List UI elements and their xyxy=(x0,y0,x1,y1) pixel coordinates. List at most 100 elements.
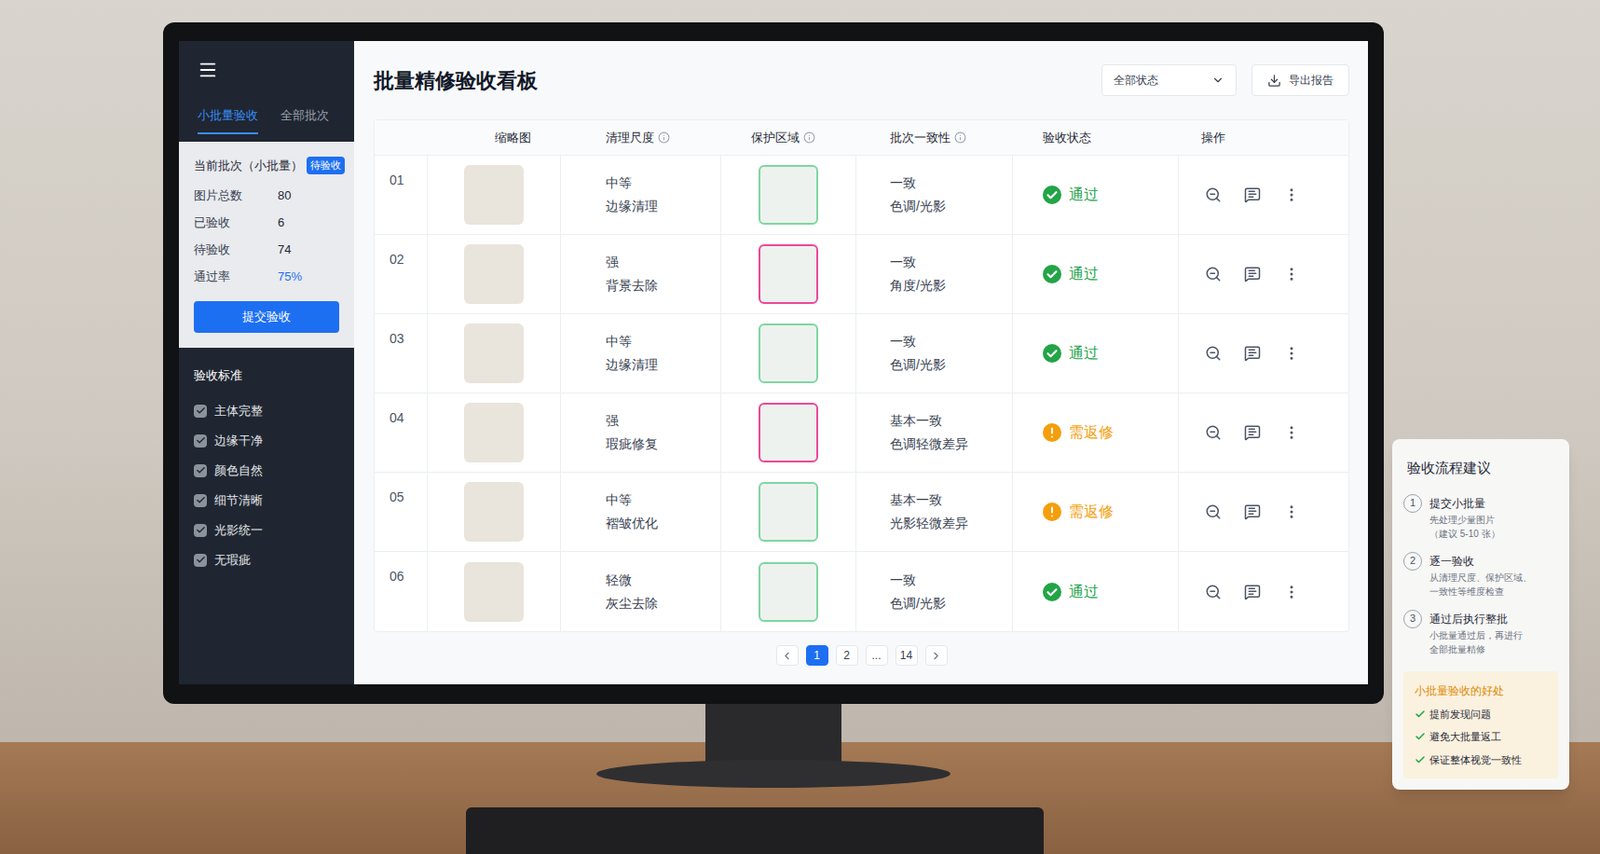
row-index: 04 xyxy=(374,393,428,472)
status-cell: 需返修 xyxy=(1012,472,1179,551)
protect-mask-thumbnail[interactable] xyxy=(758,323,819,383)
criteria-item[interactable]: 无瑕疵 xyxy=(193,545,340,575)
column-header: 缩略图 xyxy=(427,120,561,155)
menu-icon[interactable] xyxy=(197,59,219,81)
check-icon xyxy=(195,494,206,506)
check-circle-icon xyxy=(1042,185,1062,205)
sidebar-tab[interactable]: 全部批次 xyxy=(280,106,329,135)
checkbox[interactable] xyxy=(193,523,207,537)
comment-icon[interactable] xyxy=(1244,583,1261,601)
protect-mask-thumbnail[interactable] xyxy=(758,244,819,304)
zoom-icon[interactable] xyxy=(1204,344,1222,362)
checkbox[interactable] xyxy=(193,553,207,567)
status-cell: 通过 xyxy=(1012,234,1179,314)
table-row[interactable]: 06轻微灰尘去除一致色调/光影通过 xyxy=(374,551,1349,631)
clean-cell: 强瑕疵修复 xyxy=(560,393,722,472)
more-icon[interactable] xyxy=(1283,344,1300,362)
product-thumbnail[interactable] xyxy=(464,402,524,463)
benefit-item: 提前发现问题 xyxy=(1414,706,1547,723)
criteria-item[interactable]: 主体完整 xyxy=(193,396,340,426)
checkbox[interactable] xyxy=(193,493,207,507)
row-index: 01 xyxy=(374,155,428,234)
product-thumbnail[interactable] xyxy=(464,561,524,622)
prev-page-button[interactable] xyxy=(776,644,799,666)
product-thumbnail[interactable] xyxy=(464,323,524,383)
protect-mask-thumbnail[interactable] xyxy=(758,481,819,542)
check-icon xyxy=(1414,708,1426,720)
checkbox[interactable] xyxy=(193,464,207,478)
comment-icon[interactable] xyxy=(1244,423,1261,441)
guide-step: 1提交小批量先处理少量图片（建议 5-10 张） xyxy=(1403,493,1559,541)
status-cell: 通过 xyxy=(1012,155,1179,234)
zoom-icon[interactable] xyxy=(1204,186,1222,204)
comment-icon[interactable] xyxy=(1244,265,1261,283)
product-thumbnail[interactable] xyxy=(464,164,524,225)
status-label: 通过 xyxy=(1068,580,1099,603)
info-icon[interactable] xyxy=(803,131,816,144)
zoom-icon[interactable] xyxy=(1204,265,1222,283)
batch-title: 当前批次（小批量） xyxy=(193,156,303,176)
check-circle-icon xyxy=(1042,264,1062,284)
check-circle-icon xyxy=(1042,343,1062,363)
table-row[interactable]: 05中等褶皱优化基本一致光影轻微差异需返修 xyxy=(374,472,1349,552)
sidebar: 小批量验收全部批次当前批次（小批量）待验收图片总数80已验收6待验收74通过率7… xyxy=(178,41,355,684)
action-cell xyxy=(1178,472,1349,551)
more-icon[interactable] xyxy=(1283,423,1300,441)
criteria-item[interactable]: 边缘干净 xyxy=(193,425,340,456)
table-row[interactable]: 03中等边缘清理一致色调/光影通过 xyxy=(374,314,1349,394)
comment-icon[interactable] xyxy=(1244,344,1261,362)
info-icon[interactable] xyxy=(657,131,671,144)
zoom-icon[interactable] xyxy=(1204,503,1222,520)
checkbox[interactable] xyxy=(193,434,207,448)
criteria-item[interactable]: 光影统一 xyxy=(193,515,340,546)
status-filter[interactable]: 全部状态 xyxy=(1101,64,1237,96)
checkbox[interactable] xyxy=(193,404,207,418)
page-button[interactable]: 1 xyxy=(806,644,829,666)
action-cell xyxy=(1178,314,1349,393)
alert-circle-icon xyxy=(1042,502,1062,521)
alert-circle-icon xyxy=(1042,423,1062,442)
thumbnail-cell xyxy=(427,472,561,551)
submit-button[interactable]: 提交验收 xyxy=(193,300,340,333)
main: 批量精修验收看板全部状态导出报告缩略图清理尺度保护区域批次一致性验收状态操作01… xyxy=(354,41,1368,684)
table: 缩略图清理尺度保护区域批次一致性验收状态操作01中等边缘清理一致色调/光影通过0… xyxy=(373,119,1350,632)
consistency-cell: 一致角度/光影 xyxy=(856,234,1013,314)
criteria-item[interactable]: 细节清晰 xyxy=(193,485,340,516)
row-index: 03 xyxy=(374,314,428,393)
status-label: 需返修 xyxy=(1068,421,1114,444)
row-index: 02 xyxy=(374,234,428,314)
table-row[interactable]: 02强背景去除一致角度/光影通过 xyxy=(374,234,1349,315)
export-button[interactable]: 导出报告 xyxy=(1251,64,1350,96)
criteria-item[interactable]: 颜色自然 xyxy=(193,455,340,486)
monitor: 小批量验收全部批次当前批次（小批量）待验收图片总数80已验收6待验收74通过率7… xyxy=(163,22,1384,704)
info-icon[interactable] xyxy=(954,131,967,144)
batch-stat: 已验收6 xyxy=(193,208,340,236)
page-button[interactable]: 2 xyxy=(835,644,859,666)
criteria-title: 验收标准 xyxy=(193,366,340,385)
zoom-icon[interactable] xyxy=(1204,423,1222,441)
next-page-button[interactable] xyxy=(925,644,948,666)
page-button[interactable]: ... xyxy=(865,644,889,666)
protect-mask-thumbnail[interactable] xyxy=(758,402,819,463)
protect-mask-thumbnail[interactable] xyxy=(758,164,819,225)
sidebar-tab[interactable]: 小批量验收 xyxy=(197,106,259,135)
comment-icon[interactable] xyxy=(1244,186,1261,204)
protect-mask-thumbnail[interactable] xyxy=(758,561,819,622)
thumbnail-cell xyxy=(427,393,561,472)
table-row[interactable]: 01中等边缘清理一致色调/光影通过 xyxy=(374,155,1349,235)
comment-icon[interactable] xyxy=(1244,503,1261,520)
product-thumbnail[interactable] xyxy=(464,481,524,542)
more-icon[interactable] xyxy=(1283,503,1300,520)
page-button[interactable]: 14 xyxy=(895,644,918,666)
monitor-neck xyxy=(705,698,842,765)
product-thumbnail[interactable] xyxy=(464,244,524,304)
zoom-icon[interactable] xyxy=(1204,583,1222,601)
more-icon[interactable] xyxy=(1283,265,1300,283)
guide-step: 3通过后执行整批小批量通过后，再进行全部批量精修 xyxy=(1403,609,1559,657)
table-row[interactable]: 04强瑕疵修复基本一致色调轻微差异需返修 xyxy=(374,393,1349,473)
batch-stat: 图片总数80 xyxy=(193,181,340,209)
more-icon[interactable] xyxy=(1283,186,1300,204)
column-header: 清理尺度 xyxy=(560,120,722,155)
more-icon[interactable] xyxy=(1283,583,1300,601)
status-label: 通过 xyxy=(1068,183,1099,206)
